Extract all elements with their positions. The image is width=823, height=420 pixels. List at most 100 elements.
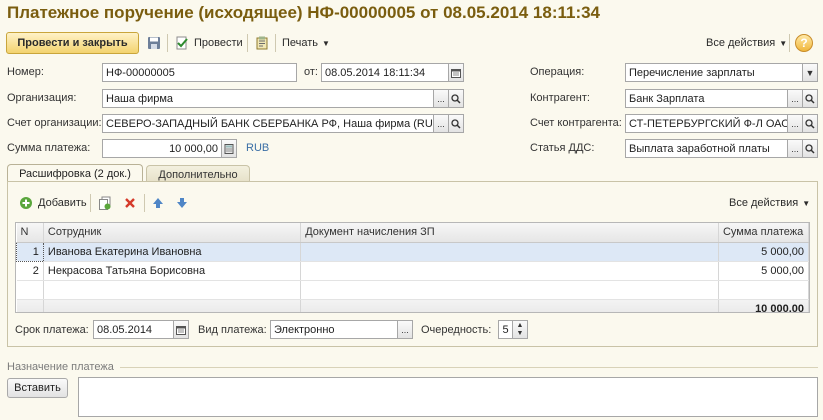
calculator-icon[interactable] bbox=[222, 139, 237, 158]
arrow-up-icon bbox=[150, 195, 166, 211]
search-icon[interactable] bbox=[449, 114, 464, 133]
search-icon[interactable] bbox=[803, 114, 818, 133]
date-field[interactable]: 08.05.2014 18:11:34 bbox=[321, 63, 449, 82]
table-all-actions-menu[interactable]: Все действия ▼ bbox=[729, 192, 810, 214]
help-icon[interactable]: ? bbox=[795, 34, 813, 52]
floppy-disk-icon bbox=[146, 35, 162, 51]
journal-button[interactable] bbox=[254, 32, 270, 54]
select-ellipsis-icon[interactable]: ... bbox=[434, 114, 449, 133]
counterparty-account-field[interactable]: СТ-ПЕТЕРБУРГСКИЙ Ф-Л ОАО bbox=[625, 114, 788, 133]
delete-icon bbox=[122, 195, 138, 211]
search-icon[interactable] bbox=[803, 89, 818, 108]
post-document-icon bbox=[174, 35, 190, 51]
column-header-employee[interactable]: Сотрудник bbox=[43, 223, 302, 243]
delete-row-button[interactable] bbox=[122, 192, 138, 214]
search-icon[interactable] bbox=[803, 139, 818, 158]
post-button[interactable]: Провести bbox=[174, 32, 243, 54]
payment-type-label: Вид платежа: bbox=[198, 324, 267, 336]
empty-row bbox=[16, 280, 809, 300]
counterparty-field[interactable]: Банк Зарплата bbox=[625, 89, 788, 108]
toolbar-separator bbox=[167, 34, 168, 52]
document-cell[interactable] bbox=[300, 242, 719, 262]
number-field[interactable]: НФ-00000005 bbox=[102, 63, 297, 82]
purpose-divider bbox=[120, 367, 818, 368]
sum-cell[interactable]: 5 000,00 bbox=[718, 261, 809, 281]
table-all-actions-label: Все действия bbox=[729, 197, 799, 209]
copy-row-icon bbox=[97, 195, 113, 211]
select-ellipsis-icon[interactable]: ... bbox=[398, 320, 413, 339]
insert-button[interactable]: Вставить bbox=[7, 378, 68, 398]
document-cell[interactable] bbox=[300, 261, 719, 281]
priority-field[interactable]: 5 bbox=[498, 320, 513, 339]
toolbar-separator bbox=[144, 194, 145, 212]
table-row[interactable]: 1 Иванова Екатерина Ивановна 5 000,00 bbox=[16, 241, 809, 262]
add-row-label: Добавить bbox=[38, 197, 87, 209]
employees-table: N Сотрудник Документ начисления ЗП Сумма… bbox=[15, 222, 810, 313]
priority-stepper-icon[interactable]: ▲ ▼ bbox=[513, 320, 528, 339]
payment-type-field[interactable]: Электронно bbox=[270, 320, 398, 339]
chevron-down-icon: ▼ bbox=[779, 38, 788, 48]
total-sum: 10 000,00 bbox=[718, 298, 809, 312]
all-actions-label: Все действия bbox=[706, 37, 776, 49]
move-down-button[interactable] bbox=[174, 192, 190, 214]
page-title: Платежное поручение (исходящее) НФ-00000… bbox=[7, 3, 601, 22]
print-menu-label: Печать bbox=[282, 37, 319, 49]
employee-cell[interactable]: Иванова Екатерина Ивановна bbox=[43, 242, 302, 262]
search-icon[interactable] bbox=[449, 89, 464, 108]
amount-label: Сумма платежа: bbox=[7, 142, 91, 154]
add-row-button[interactable]: Добавить bbox=[18, 192, 87, 214]
select-ellipsis-icon[interactable]: ... bbox=[788, 139, 803, 158]
currency-link[interactable]: RUB bbox=[246, 142, 269, 154]
column-header-document[interactable]: Документ начисления ЗП bbox=[300, 223, 719, 243]
print-menu[interactable]: Печать ▼ bbox=[282, 32, 330, 54]
select-ellipsis-icon[interactable]: ... bbox=[788, 114, 803, 133]
table-footer-row: 10 000,00 bbox=[16, 298, 809, 312]
operation-field[interactable]: Перечисление зарплаты bbox=[625, 63, 803, 82]
tab-panel: Добавить Все действия ▼ N Сотрудник Доку… bbox=[7, 181, 818, 347]
column-header-n[interactable]: N bbox=[16, 223, 44, 243]
toolbar-separator bbox=[90, 194, 91, 212]
toolbar-separator bbox=[789, 34, 790, 52]
counterparty-label: Контрагент: bbox=[530, 92, 590, 104]
due-date-field[interactable]: 08.05.2014 bbox=[93, 320, 174, 339]
amount-field[interactable]: 10 000,00 bbox=[102, 139, 222, 158]
priority-label: Очередность: bbox=[421, 324, 492, 336]
row-number: 1 bbox=[16, 241, 44, 262]
column-header-sum[interactable]: Сумма платежа bbox=[718, 223, 809, 243]
toolbar-separator bbox=[247, 34, 248, 52]
operation-label: Операция: bbox=[530, 66, 585, 78]
org-account-label: Счет организации: bbox=[7, 117, 102, 129]
organization-label: Организация: bbox=[7, 92, 77, 104]
move-up-button[interactable] bbox=[150, 192, 166, 214]
table-row[interactable]: 2 Некрасова Татьяна Борисовна 5 000,00 bbox=[16, 261, 809, 281]
row-number: 2 bbox=[16, 261, 44, 281]
all-actions-menu[interactable]: Все действия ▼ bbox=[706, 32, 787, 54]
post-button-label: Провести bbox=[194, 37, 243, 49]
toolbar-separator bbox=[275, 34, 276, 52]
save-button[interactable] bbox=[146, 32, 162, 54]
counterparty-account-label: Счет контрагента: bbox=[530, 117, 622, 129]
select-ellipsis-icon[interactable]: ... bbox=[788, 89, 803, 108]
chevron-down-icon: ▼ bbox=[802, 198, 811, 208]
due-date-label: Срок платежа: bbox=[15, 324, 89, 336]
employee-cell[interactable]: Некрасова Татьяна Борисовна bbox=[43, 261, 302, 281]
post-and-close-button[interactable]: Провести и закрыть bbox=[6, 32, 139, 54]
plus-circle-icon bbox=[18, 195, 34, 211]
calendar-icon[interactable] bbox=[174, 320, 189, 339]
purpose-section-title: Назначение платежа bbox=[7, 361, 114, 373]
organization-field[interactable]: Наша фирма bbox=[102, 89, 434, 108]
org-account-field[interactable]: СЕВЕРО-ЗАПАДНЫЙ БАНК СБЕРБАНКА РФ, Наша … bbox=[102, 114, 434, 133]
tab-breakdown[interactable]: Расшифровка (2 док.) bbox=[7, 164, 143, 182]
copy-row-button[interactable] bbox=[97, 192, 113, 214]
dropdown-icon[interactable]: ▼ bbox=[803, 63, 818, 82]
journal-icon bbox=[254, 35, 270, 51]
chevron-down-icon: ▼ bbox=[322, 38, 330, 48]
select-ellipsis-icon[interactable]: ... bbox=[434, 89, 449, 108]
table-header-row: N Сотрудник Документ начисления ЗП Сумма… bbox=[16, 223, 809, 243]
purpose-textarea[interactable] bbox=[78, 377, 818, 417]
sum-cell[interactable]: 5 000,00 bbox=[718, 242, 809, 262]
employees-grid: N Сотрудник Документ начисления ЗП Сумма… bbox=[16, 223, 809, 312]
calendar-icon[interactable] bbox=[449, 63, 464, 82]
dds-item-field[interactable]: Выплата заработной платы bbox=[625, 139, 788, 158]
number-label: Номер: bbox=[7, 66, 44, 78]
